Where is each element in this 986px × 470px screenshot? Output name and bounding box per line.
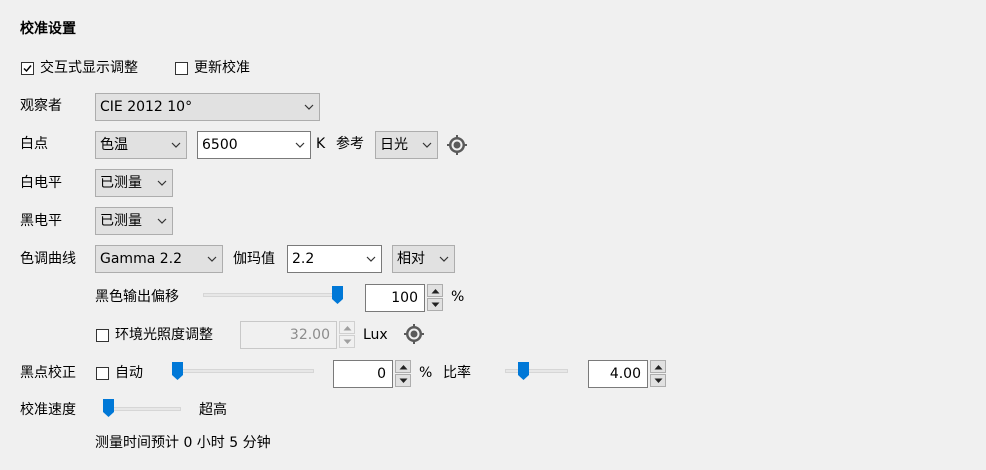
reference-value: 日光 [380, 137, 408, 153]
rate-slider-track[interactable] [505, 369, 568, 373]
caret-up-icon [431, 289, 440, 294]
spin-up-button[interactable] [427, 284, 443, 297]
spin-down-button[interactable] [650, 374, 666, 387]
observer-value: CIE 2012 10° [100, 99, 193, 115]
black-point-input[interactable]: 0 [333, 360, 393, 388]
white-level-label: 白电平 [20, 175, 62, 191]
white-level-select[interactable]: 已测量 [95, 169, 173, 197]
ambient-lux-input[interactable]: 32.00 [240, 321, 337, 349]
spin-up-button[interactable] [395, 360, 411, 373]
tone-curve-label: 色调曲线 [20, 251, 76, 267]
observer-label: 观察者 [20, 98, 62, 114]
rate-input[interactable]: 4.00 [588, 360, 648, 388]
black-point-slider-thumb[interactable] [172, 362, 183, 380]
chevron-down-icon [157, 180, 167, 186]
black-point-slider-track[interactable] [172, 369, 314, 373]
section-title: 校准设置 [20, 21, 76, 37]
caret-down-icon [343, 339, 352, 344]
interactive-adjust-label: 交互式显示调整 [40, 60, 138, 76]
interactive-adjust-checkbox[interactable] [21, 62, 34, 75]
locator-icon[interactable] [447, 135, 467, 155]
black-output-offset-input[interactable]: 100 [365, 284, 425, 312]
spin-up-button[interactable] [650, 360, 666, 373]
chevron-down-icon [207, 256, 217, 262]
spin-down-button[interactable] [427, 298, 443, 311]
update-calibration-checkbox[interactable] [175, 62, 188, 75]
black-output-offset-unit: % [451, 289, 465, 305]
calibration-speed-slider-track[interactable] [103, 407, 181, 411]
reference-select[interactable]: 日光 [375, 131, 438, 159]
whitepoint-mode-select[interactable]: 色温 [95, 131, 187, 159]
rate-slider-thumb[interactable] [518, 362, 529, 380]
black-level-label: 黑电平 [20, 213, 62, 229]
update-calibration-label: 更新校准 [194, 60, 250, 76]
white-level-value: 已测量 [100, 175, 142, 191]
spin-up-button[interactable] [339, 321, 355, 334]
rate-spinner[interactable] [650, 360, 666, 388]
gamma-value: 2.2 [292, 251, 315, 267]
locator-icon[interactable] [404, 324, 424, 344]
black-point-correction-label: 黑点校正 [20, 365, 76, 381]
reference-label: 参考 [336, 136, 364, 152]
calibration-speed-slider-thumb[interactable] [103, 399, 114, 417]
checkmark-icon [23, 65, 32, 73]
ambient-adjust-checkbox[interactable] [96, 329, 109, 342]
caret-down-icon [431, 302, 440, 307]
black-point-auto-label: 自动 [115, 365, 143, 381]
observer-select[interactable]: CIE 2012 10° [95, 93, 320, 121]
tone-curve-select[interactable]: Gamma 2.2 [95, 245, 223, 273]
caret-up-icon [654, 365, 663, 370]
measurement-time-estimate: 测量时间预计 0 小时 5 分钟 [95, 435, 271, 451]
whitepoint-mode-value: 色温 [100, 137, 128, 153]
black-point-auto-checkbox[interactable] [96, 367, 109, 380]
black-level-select[interactable]: 已测量 [95, 207, 173, 235]
black-point-unit: % [419, 365, 433, 381]
rate-label: 比率 [443, 365, 471, 381]
ambient-lux-spinner[interactable] [339, 321, 355, 349]
chevron-down-icon [304, 104, 314, 110]
calibration-speed-label: 校准速度 [20, 402, 76, 418]
whitepoint-label: 白点 [20, 136, 48, 152]
chevron-down-icon [439, 256, 449, 262]
chevron-down-icon [295, 142, 305, 148]
gamma-mode-value: 相对 [397, 251, 425, 267]
caret-up-icon [399, 365, 408, 370]
chevron-down-icon [171, 142, 181, 148]
black-level-value: 已测量 [100, 213, 142, 229]
gamma-value-combo[interactable]: 2.2 [287, 245, 382, 273]
spin-down-button[interactable] [395, 374, 411, 387]
caret-up-icon [343, 326, 352, 331]
black-output-offset-slider-track[interactable] [203, 293, 343, 297]
chevron-down-icon [422, 142, 432, 148]
black-point-spinner[interactable] [395, 360, 411, 388]
caret-down-icon [654, 378, 663, 383]
whitepoint-temperature-value: 6500 [202, 137, 238, 153]
black-output-offset-slider-thumb[interactable] [332, 286, 343, 304]
gamma-mode-select[interactable]: 相对 [392, 245, 455, 273]
spin-down-button[interactable] [339, 335, 355, 348]
temperature-unit: K [316, 136, 326, 152]
black-output-offset-spinner[interactable] [427, 284, 443, 312]
chevron-down-icon [366, 256, 376, 262]
black-output-offset-label: 黑色输出偏移 [95, 289, 179, 305]
ambient-lux-unit: Lux [363, 327, 388, 343]
tone-curve-value: Gamma 2.2 [100, 251, 182, 267]
whitepoint-temperature-combo[interactable]: 6500 [197, 131, 311, 159]
calibration-speed-value: 超高 [199, 402, 227, 418]
gamma-label: 伽玛值 [233, 251, 275, 267]
chevron-down-icon [157, 218, 167, 224]
ambient-adjust-label: 环境光照度调整 [115, 327, 213, 343]
caret-down-icon [399, 378, 408, 383]
